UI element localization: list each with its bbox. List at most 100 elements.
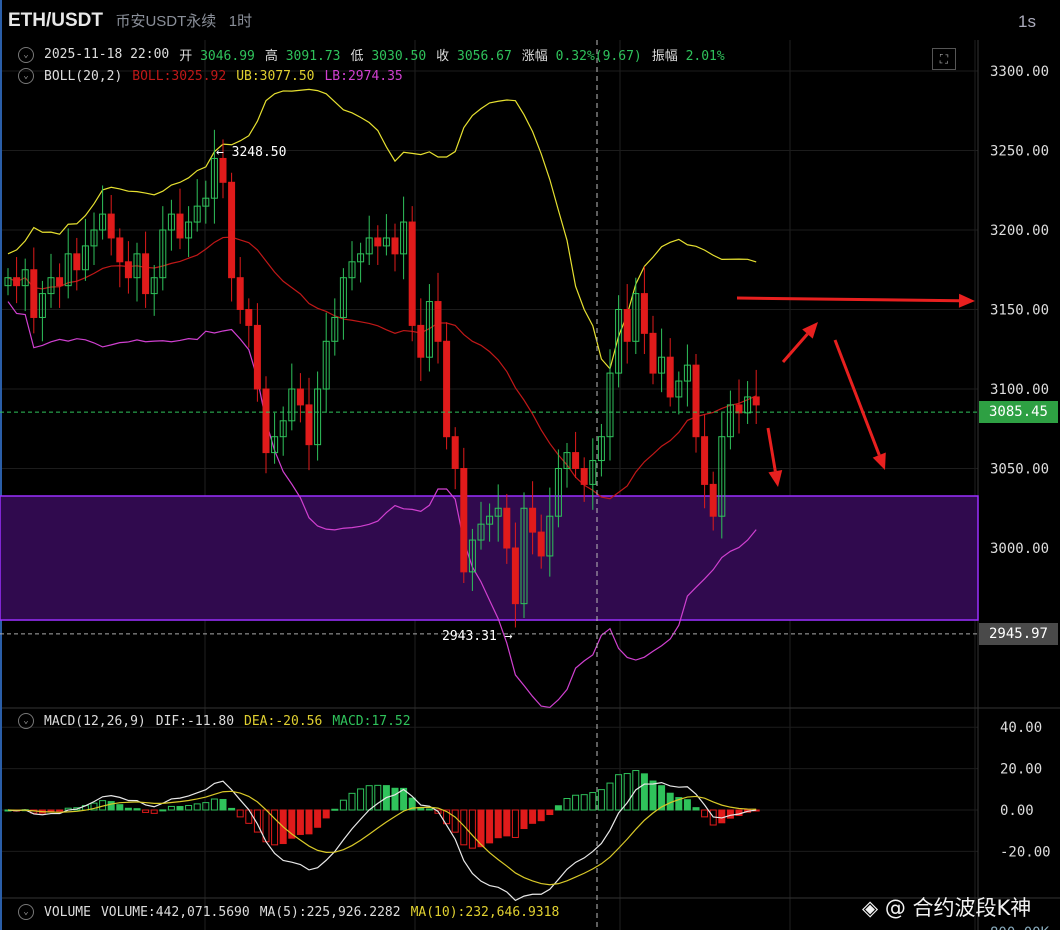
- candle: [322, 312, 330, 413]
- candle: [116, 228, 124, 288]
- candle: [365, 215, 373, 265]
- candle-body: [451, 436, 459, 470]
- low-label: 低: [350, 49, 364, 64]
- candle: [236, 257, 244, 324]
- candle-body: [236, 277, 244, 311]
- candle: [4, 268, 12, 296]
- candle-body: [572, 452, 580, 470]
- macd-histogram-bar: [150, 809, 158, 814]
- macd-histogram-bar: [606, 782, 614, 811]
- macd-value: MACD:17.52: [332, 713, 411, 729]
- open-label: 开: [179, 49, 193, 64]
- candle: [357, 242, 365, 283]
- candle-body: [640, 293, 648, 334]
- volume-name[interactable]: VOLUME: [44, 905, 91, 920]
- macd-histogram-bar: [116, 804, 124, 811]
- market-label: 币安USDT永续: [115, 13, 217, 30]
- candle-body: [709, 483, 717, 517]
- macd-axis-label: 40.00: [1000, 720, 1042, 736]
- candle: [30, 247, 38, 334]
- candle: [744, 381, 752, 424]
- support-zone: [0, 495, 979, 621]
- boll-mid: BOLL:3025.92: [132, 68, 227, 84]
- candle-body: [176, 213, 184, 239]
- annotation-arrow: [781, 322, 818, 363]
- macd-histogram-bar: [219, 798, 227, 811]
- macd-histogram-bar: [718, 809, 726, 824]
- candle: [701, 414, 709, 509]
- candle-body: [296, 388, 304, 406]
- macd-name[interactable]: MACD(12,26,9): [44, 714, 146, 729]
- price-axis-label: 3300.00: [990, 64, 1049, 80]
- collapse-icon[interactable]: ⌄: [18, 713, 34, 729]
- candle-body: [13, 277, 21, 287]
- macd-histogram-bar: [56, 809, 64, 812]
- candle: [563, 443, 571, 488]
- candle: [142, 231, 150, 308]
- macd-histogram-bar: [537, 809, 545, 822]
- candle: [73, 237, 81, 291]
- candle: [726, 390, 734, 450]
- boll-name[interactable]: BOLL(20,2): [44, 69, 122, 84]
- candle-body: [460, 468, 468, 573]
- candle-body: [692, 364, 700, 438]
- candle-body: [529, 507, 537, 533]
- candle-body: [666, 356, 674, 398]
- macd-histogram-bar: [477, 809, 485, 848]
- macd-histogram-bar: [692, 807, 700, 811]
- fullscreen-button[interactable]: ⛶: [932, 48, 956, 70]
- macd-histogram-bar: [142, 809, 150, 813]
- candle: [623, 284, 631, 364]
- candle-body: [580, 468, 588, 485]
- macd-histogram-bar: [589, 792, 597, 811]
- macd-histogram-bar: [486, 809, 494, 844]
- candle-body: [107, 213, 115, 239]
- candle: [683, 344, 691, 407]
- arrow-head-icon: [768, 470, 783, 487]
- annotation-arrow: [766, 427, 783, 487]
- candle: [735, 379, 743, 434]
- candle: [253, 303, 261, 402]
- candle: [400, 196, 408, 280]
- candle: [692, 354, 700, 453]
- change-value: 0.32%(9.67): [555, 49, 642, 64]
- open-value: 3046.99: [200, 49, 255, 64]
- symbol-title[interactable]: ETH/USDT: [8, 10, 103, 31]
- candle-body: [262, 388, 270, 454]
- collapse-icon[interactable]: ⌄: [18, 46, 34, 63]
- volume-ma10: MA(10):232,646.9318: [410, 904, 560, 920]
- candle: [64, 228, 72, 299]
- candle-body: [116, 237, 124, 263]
- macd-histogram-bar: [228, 807, 236, 811]
- macd-histogram-bar: [425, 808, 433, 811]
- candle: [649, 315, 657, 385]
- arrow-shaft: [781, 333, 809, 363]
- candle: [572, 431, 580, 479]
- candle-body: [73, 253, 81, 271]
- collapse-icon[interactable]: ⌄: [18, 904, 34, 920]
- change-label: 涨幅: [521, 49, 548, 64]
- candle-body: [443, 340, 451, 438]
- macd-histogram-bar: [580, 794, 588, 811]
- macd-histogram-bar: [245, 809, 253, 824]
- marker-price-tag: 2945.97: [979, 623, 1058, 645]
- candle: [262, 376, 270, 474]
- interval-label[interactable]: 1时: [229, 13, 252, 30]
- collapse-icon[interactable]: ⌄: [18, 68, 34, 84]
- candle: [185, 206, 193, 258]
- candle: [391, 223, 399, 272]
- candle: [666, 338, 674, 407]
- boll-lb: LB:2974.35: [324, 68, 403, 84]
- macd-histogram-bar: [159, 809, 167, 812]
- low-value: 3030.50: [371, 49, 427, 64]
- chart-canvas[interactable]: 3300.00 3250.00 3200.00 3150.00 3100.00 3050.…: [0, 0, 1060, 930]
- candle-body: [408, 221, 416, 326]
- macd-histogram-bar: [107, 801, 115, 811]
- macd-histogram-bar: [649, 780, 657, 811]
- candle-body: [56, 277, 64, 287]
- volume-axis-label: 800.00K: [990, 925, 1050, 930]
- candle-body: [391, 237, 399, 255]
- candle: [150, 264, 158, 316]
- candle-body: [623, 309, 631, 342]
- price-axis-label: 3200.00: [990, 223, 1049, 239]
